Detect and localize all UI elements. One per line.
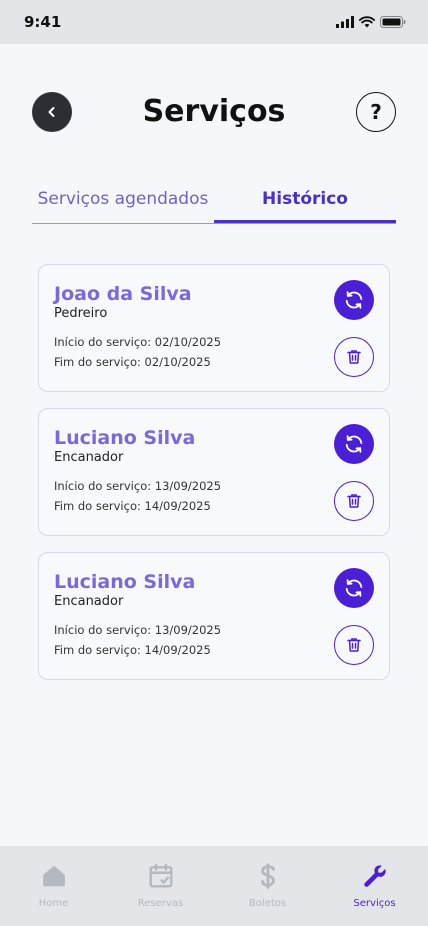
tab-bar: Serviços agendados Histórico [32, 180, 396, 224]
delete-button[interactable] [334, 337, 374, 377]
battery-icon [380, 16, 406, 28]
tab-historico[interactable]: Histórico [214, 180, 396, 223]
bottom-nav: Home Reservas Boletos Serviços [0, 846, 428, 926]
dollar-icon [254, 862, 282, 890]
service-card: Luciano Silva Encanador Início do serviç… [38, 408, 390, 536]
page-title: Serviços [142, 94, 286, 129]
refresh-icon [345, 579, 363, 597]
nav-item-home[interactable]: Home [0, 846, 107, 926]
delete-button[interactable] [334, 625, 374, 665]
refresh-icon [345, 435, 363, 453]
rebook-button[interactable] [334, 568, 374, 608]
service-start-date: Início do serviço: 02/10/2025 [54, 335, 222, 349]
refresh-icon [345, 291, 363, 309]
delete-button[interactable] [334, 481, 374, 521]
service-start-date: Início do serviço: 13/09/2025 [54, 479, 222, 493]
wifi-icon [359, 16, 375, 28]
service-card: Joao da Silva Pedreiro Início do serviço… [38, 264, 390, 392]
calendar-check-icon [147, 862, 175, 890]
status-bar: 9:41 [0, 0, 428, 44]
status-icons [336, 16, 406, 28]
nav-label: Home [38, 898, 69, 909]
help-button[interactable]: ? [356, 92, 396, 132]
nav-label: Boletos [248, 898, 287, 909]
service-list: Joao da Silva Pedreiro Início do serviço… [38, 264, 390, 696]
nav-item-boletos[interactable]: Boletos [214, 846, 321, 926]
service-end-date: Fim do serviço: 14/09/2025 [54, 643, 211, 657]
chevron-left-icon [48, 107, 55, 117]
service-end-date: Fim do serviço: 14/09/2025 [54, 499, 211, 513]
provider-name: Luciano Silva [54, 571, 196, 593]
nav-item-servicos[interactable]: Serviços [321, 846, 428, 926]
provider-name: Joao da Silva [54, 283, 192, 305]
provider-name: Luciano Silva [54, 427, 196, 449]
nav-item-reservas[interactable]: Reservas [107, 846, 214, 926]
back-button[interactable] [32, 92, 72, 132]
help-icon: ? [370, 100, 382, 124]
nav-label: Serviços [353, 898, 396, 909]
trash-icon [347, 638, 361, 652]
tab-servicos-agendados[interactable]: Serviços agendados [32, 180, 214, 223]
wrench-icon [361, 862, 389, 890]
nav-label: Reservas [137, 898, 184, 909]
home-icon [40, 862, 68, 890]
provider-role: Encanador [54, 450, 124, 465]
signal-icon [336, 16, 354, 28]
service-start-date: Início do serviço: 13/09/2025 [54, 623, 222, 637]
trash-icon [347, 494, 361, 508]
trash-icon [347, 350, 361, 364]
provider-role: Encanador [54, 594, 124, 609]
status-time: 9:41 [24, 13, 62, 31]
service-card: Luciano Silva Encanador Início do serviç… [38, 552, 390, 680]
rebook-button[interactable] [334, 280, 374, 320]
page-header: Serviços ? [32, 92, 396, 132]
service-end-date: Fim do serviço: 02/10/2025 [54, 355, 211, 369]
rebook-button[interactable] [334, 424, 374, 464]
provider-role: Pedreiro [54, 306, 108, 321]
